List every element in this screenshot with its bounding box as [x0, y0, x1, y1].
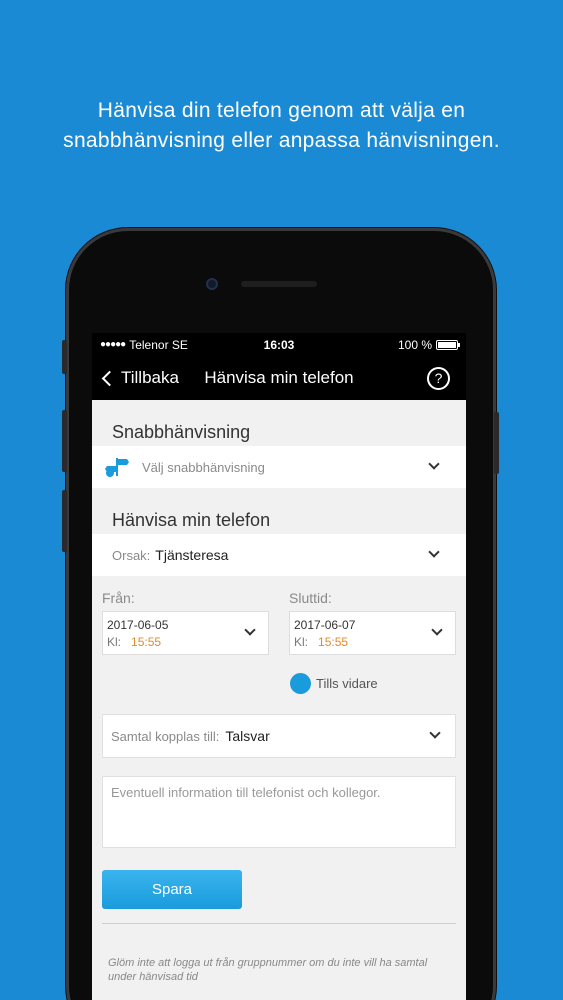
- end-date: 2017-06-07: [294, 618, 356, 632]
- reason-select[interactable]: Orsak: Tjänsteresa: [92, 534, 466, 576]
- save-button[interactable]: Spara: [102, 870, 242, 909]
- info-textarea[interactable]: Eventuell information till telefonist oc…: [102, 776, 456, 848]
- quick-redirect-placeholder: Välj snabbhänvisning: [142, 459, 265, 475]
- to-column: Sluttid: 2017-06-07 Kl: 15:55: [289, 590, 456, 655]
- until-further-toggle[interactable]: Tills vidare: [290, 673, 466, 694]
- phone-power-button: [494, 412, 499, 474]
- end-time-label: Kl:: [294, 635, 309, 649]
- status-bar: ●●●●● Telenor SE 16:03 100 %: [92, 333, 466, 356]
- marketing-headline: Hänvisa din telefon genom att välja en s…: [0, 96, 563, 156]
- call-routing-select[interactable]: Samtal kopplas till: Talsvar: [102, 714, 456, 758]
- quick-section-title: Snabbhänvisning: [112, 422, 251, 442]
- app-screen: ●●●●● Telenor SE 16:03 100 % Tillbaka Hä…: [92, 333, 466, 1000]
- phone-silent-switch: [62, 340, 67, 374]
- from-column: Från: 2017-06-05 Kl: 15:55: [102, 590, 269, 655]
- from-date: 2017-06-05: [107, 618, 169, 632]
- headline-line-1: Hänvisa din telefon genom att välja en: [97, 99, 466, 122]
- end-time: 15:55: [318, 635, 349, 649]
- reason-value: Tjänsteresa: [155, 547, 229, 563]
- call-routing-value: Talsvar: [225, 728, 270, 744]
- radio-icon: [290, 673, 311, 694]
- divider: [102, 923, 456, 924]
- battery-icon: [436, 339, 460, 350]
- chevron-down-icon: [428, 546, 440, 558]
- from-label: Från:: [102, 590, 135, 606]
- phone-volume-down: [62, 490, 67, 552]
- reason-label: Orsak:: [112, 547, 151, 563]
- signpost-icon: [105, 458, 129, 477]
- from-time: 15:55: [131, 635, 162, 649]
- headline-line-2: snabbhänvisning eller anpassa hänvisning…: [63, 129, 500, 152]
- help-button[interactable]: ?: [427, 366, 450, 390]
- until-further-label: Tills vidare: [316, 676, 378, 691]
- from-date-picker[interactable]: 2017-06-05 Kl: 15:55: [102, 611, 269, 655]
- chevron-down-icon: [429, 727, 441, 739]
- quick-redirect-select[interactable]: Välj snabbhänvisning: [92, 446, 466, 488]
- end-date-picker[interactable]: 2017-06-07 Kl: 15:55: [289, 611, 456, 655]
- from-time-label: Kl:: [107, 635, 122, 649]
- phone-volume-up: [62, 410, 67, 472]
- speaker-grille: [241, 281, 317, 287]
- date-range: Från: 2017-06-05 Kl: 15:55 Sluttid: 2017-…: [92, 590, 466, 655]
- battery-percent: 100 %: [397, 337, 432, 352]
- navigation-bar: Tillbaka Hänvisa min telefon ?: [92, 356, 466, 400]
- logout-reminder: Glöm inte att logga ut från gruppnummer …: [108, 957, 428, 983]
- chevron-down-icon: [428, 458, 440, 470]
- camera-icon: [206, 278, 218, 290]
- redirect-section-title: Hänvisa min telefon: [112, 510, 271, 530]
- chevron-left-icon: [101, 370, 118, 386]
- back-label: Tillbaka: [121, 368, 179, 387]
- carrier-name: Telenor SE: [129, 337, 188, 352]
- call-routing-label: Samtal kopplas till:: [111, 728, 220, 744]
- signal-icon: ●●●●●: [100, 339, 126, 350]
- back-button[interactable]: Tillbaka: [92, 368, 179, 388]
- end-label: Sluttid:: [289, 590, 332, 606]
